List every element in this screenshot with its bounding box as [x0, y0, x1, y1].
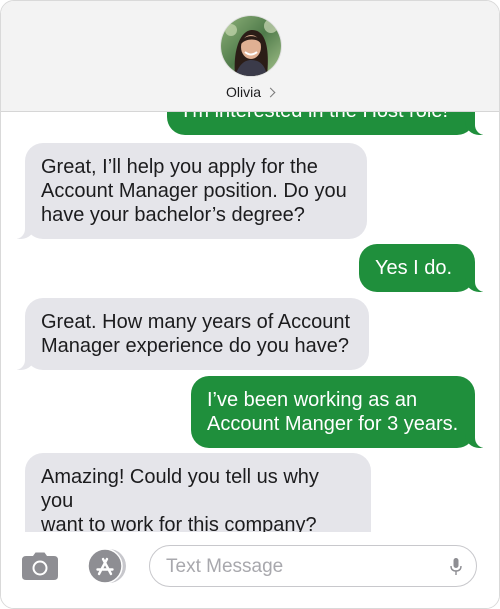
app-store-icon[interactable]: [85, 548, 129, 584]
message-text: Manager experience do you have?: [41, 335, 349, 357]
message-text: Great. How many years of Account: [41, 311, 351, 333]
message-text: Account Manger for 3 years.: [207, 413, 459, 435]
contact-name-button[interactable]: Olivia: [1, 84, 499, 100]
message-text: have your bachelor’s degree?: [41, 204, 305, 226]
microphone-icon[interactable]: [450, 557, 462, 577]
camera-icon[interactable]: [21, 551, 59, 581]
message-field[interactable]: [149, 545, 477, 587]
message-text: Account Manager position. Do you: [41, 180, 347, 202]
message-bubble-outgoing[interactable]: I’ve been working as an Account Manger f…: [191, 376, 489, 448]
message-text: Amazing! Could you tell us why you: [41, 466, 319, 512]
contact-avatar[interactable]: [221, 16, 281, 76]
message-bubble-outgoing[interactable]: Yes I do.: [359, 244, 489, 292]
conversation-header: Olivia: [1, 1, 499, 112]
message-input[interactable]: [164, 554, 438, 580]
message-text: Great, I’ll help you apply for the: [41, 156, 318, 178]
message-text: I’ve been working as an: [207, 389, 418, 411]
message-text: want to work for this company?: [41, 514, 317, 532]
message-text: Yes I do.: [375, 257, 453, 279]
contact-name: Olivia: [225, 84, 261, 100]
message-bubble-incoming[interactable]: Great, I’ll help you apply for the Accou…: [11, 143, 367, 239]
message-bubble-incoming[interactable]: Amazing! Could you tell us why you want …: [11, 453, 371, 532]
chevron-right-icon: [265, 87, 276, 98]
message-bubble-incoming[interactable]: Great. How many years of Account Manager…: [11, 298, 369, 370]
messages-screen: I'm interested in the Host role! Great, …: [0, 0, 500, 609]
